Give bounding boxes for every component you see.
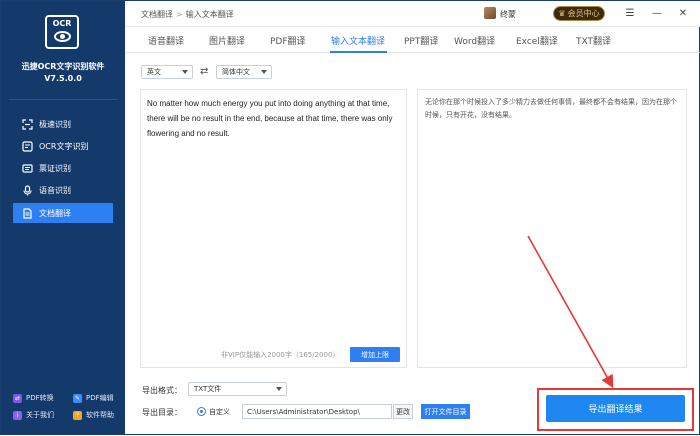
- pdf-convert-link[interactable]: ⇄ PDF转换: [13, 393, 54, 403]
- tab-txt[interactable]: TXT翻译: [576, 34, 611, 47]
- username[interactable]: 终蒙: [500, 9, 516, 20]
- tab-input-text[interactable]: 输入文本翻译: [331, 34, 385, 47]
- chevron-down-icon: [182, 70, 188, 74]
- sidebar-item-fast-recognition[interactable]: 极速识别: [13, 114, 113, 134]
- scan-icon: [21, 118, 33, 130]
- app-window: OCR 迅捷OCR文字识别软件 V7.5.0.0 极速识别 OCR文字识别 票证…: [0, 0, 700, 435]
- tab-word[interactable]: Word翻译: [454, 34, 495, 47]
- pdf-convert-icon: ⇄: [13, 393, 22, 403]
- sidebar-item-label: OCR文字识别: [39, 141, 89, 151]
- microphone-icon: [21, 184, 33, 196]
- tab-image[interactable]: 图片翻译: [209, 34, 245, 47]
- pdf-edit-icon: ✎: [73, 393, 82, 403]
- app-logo: OCR: [45, 15, 79, 49]
- sidebar: OCR 迅捷OCR文字识别软件 V7.5.0.0 极速识别 OCR文字识别 票证…: [1, 1, 125, 434]
- source-language-value: 英文: [147, 68, 161, 76]
- info-icon: i: [13, 410, 22, 420]
- custom-dir-radio[interactable]: [197, 407, 206, 416]
- minimize-icon[interactable]: —: [651, 7, 663, 19]
- help-link[interactable]: ? 软件帮助: [73, 410, 114, 420]
- source-language-select[interactable]: 英文: [141, 65, 193, 79]
- sidebar-item-label: 极速识别: [39, 119, 71, 129]
- sidebar-item-doc-translate[interactable]: 文档翻译: [13, 203, 113, 223]
- sidebar-item-label: 票证识别: [39, 163, 71, 173]
- breadcrumb-item[interactable]: 文档翻译: [141, 10, 173, 19]
- app-version: V7.5.0.0: [44, 74, 82, 83]
- tab-excel[interactable]: Excel翻译: [516, 34, 558, 47]
- translate-tabs: 语音翻译 图片翻译 PDF翻译 输入文本翻译 PPT翻译 Word翻译 Exce…: [125, 27, 700, 53]
- about-label: 关于我们: [26, 411, 54, 419]
- custom-dir-label: 自定义: [209, 408, 230, 416]
- chevron-down-icon: [261, 70, 267, 74]
- sidebar-item-ticket[interactable]: 票证识别: [13, 158, 113, 178]
- help-label: 软件帮助: [86, 411, 114, 419]
- breadcrumb-item: 输入文本翻译: [185, 10, 234, 19]
- source-text-panel[interactable]: No matter how much energy you put into d…: [140, 89, 407, 368]
- sidebar-item-label: 文档翻译: [39, 208, 71, 218]
- export-translation-button[interactable]: 导出翻译结果: [546, 395, 685, 422]
- open-dir-button[interactable]: 打开文件目录: [421, 404, 470, 419]
- pdf-edit-label: PDF编辑: [86, 394, 114, 402]
- sidebar-item-speech[interactable]: 语音识别: [13, 180, 113, 200]
- export-path-input[interactable]: C:\Users\Administrator\Desktop\: [242, 404, 392, 419]
- avatar[interactable]: [484, 7, 496, 19]
- crown-icon: ♛: [558, 9, 566, 18]
- about-link[interactable]: i 关于我们: [13, 410, 54, 420]
- char-count: 非VIP仅能输入2000字（165/2000）: [221, 351, 340, 359]
- tab-speech[interactable]: 语音翻译: [148, 34, 184, 47]
- raise-limit-button[interactable]: 增加上限: [350, 347, 400, 362]
- help-icon: ?: [73, 410, 82, 420]
- breadcrumb: 文档翻译 > 输入文本翻译: [141, 9, 234, 20]
- sidebar-item-ocr[interactable]: OCR文字识别: [13, 136, 113, 156]
- translation-result-panel: 无论你在那个时候投入了多少精力去做任何事情，最终都不会有结果，因为在那个时候，只…: [417, 89, 687, 368]
- title-bar: 文档翻译 > 输入文本翻译 终蒙 ♛ 会员中心 ☰ — ✕: [125, 1, 700, 27]
- active-tab-indicator: [330, 51, 387, 53]
- sidebar-divider: [9, 99, 117, 100]
- change-dir-button[interactable]: 更改: [393, 404, 413, 419]
- menu-icon[interactable]: ☰: [624, 7, 636, 19]
- target-language-value: 简体中文: [222, 68, 250, 76]
- close-icon[interactable]: ✕: [677, 7, 689, 19]
- ticket-icon: [21, 162, 33, 174]
- vip-center-button[interactable]: ♛ 会员中心: [553, 6, 605, 21]
- export-format-select[interactable]: TXT文件: [188, 382, 287, 396]
- ocr-icon: [21, 140, 33, 152]
- swap-language-icon[interactable]: ⇄: [200, 66, 208, 77]
- pdf-convert-label: PDF转换: [26, 394, 54, 402]
- target-language-select[interactable]: 简体中文: [216, 65, 272, 79]
- export-format-value: TXT文件: [194, 385, 222, 393]
- app-name: 迅捷OCR文字识别软件: [21, 62, 105, 71]
- logo-text: OCR: [52, 19, 72, 28]
- translated-text: 无论你在那个时候投入了多少精力去做任何事情，最终都不会有结果，因为在那个时候，只…: [425, 98, 677, 119]
- sidebar-item-label: 语音识别: [39, 185, 71, 195]
- chevron-down-icon: [276, 387, 282, 391]
- source-text-input[interactable]: No matter how much energy you put into d…: [147, 96, 402, 141]
- pdf-edit-link[interactable]: ✎ PDF编辑: [73, 393, 114, 403]
- document-icon: [21, 207, 33, 219]
- tab-pdf[interactable]: PDF翻译: [270, 34, 306, 47]
- tab-ppt[interactable]: PPT翻译: [404, 34, 438, 47]
- eye-icon: [54, 31, 71, 42]
- vip-center-label: 会员中心: [567, 9, 600, 18]
- export-format-label: 导出格式：: [142, 386, 182, 395]
- breadcrumb-separator: >: [176, 10, 183, 19]
- export-dir-label: 导出目录：: [142, 408, 182, 417]
